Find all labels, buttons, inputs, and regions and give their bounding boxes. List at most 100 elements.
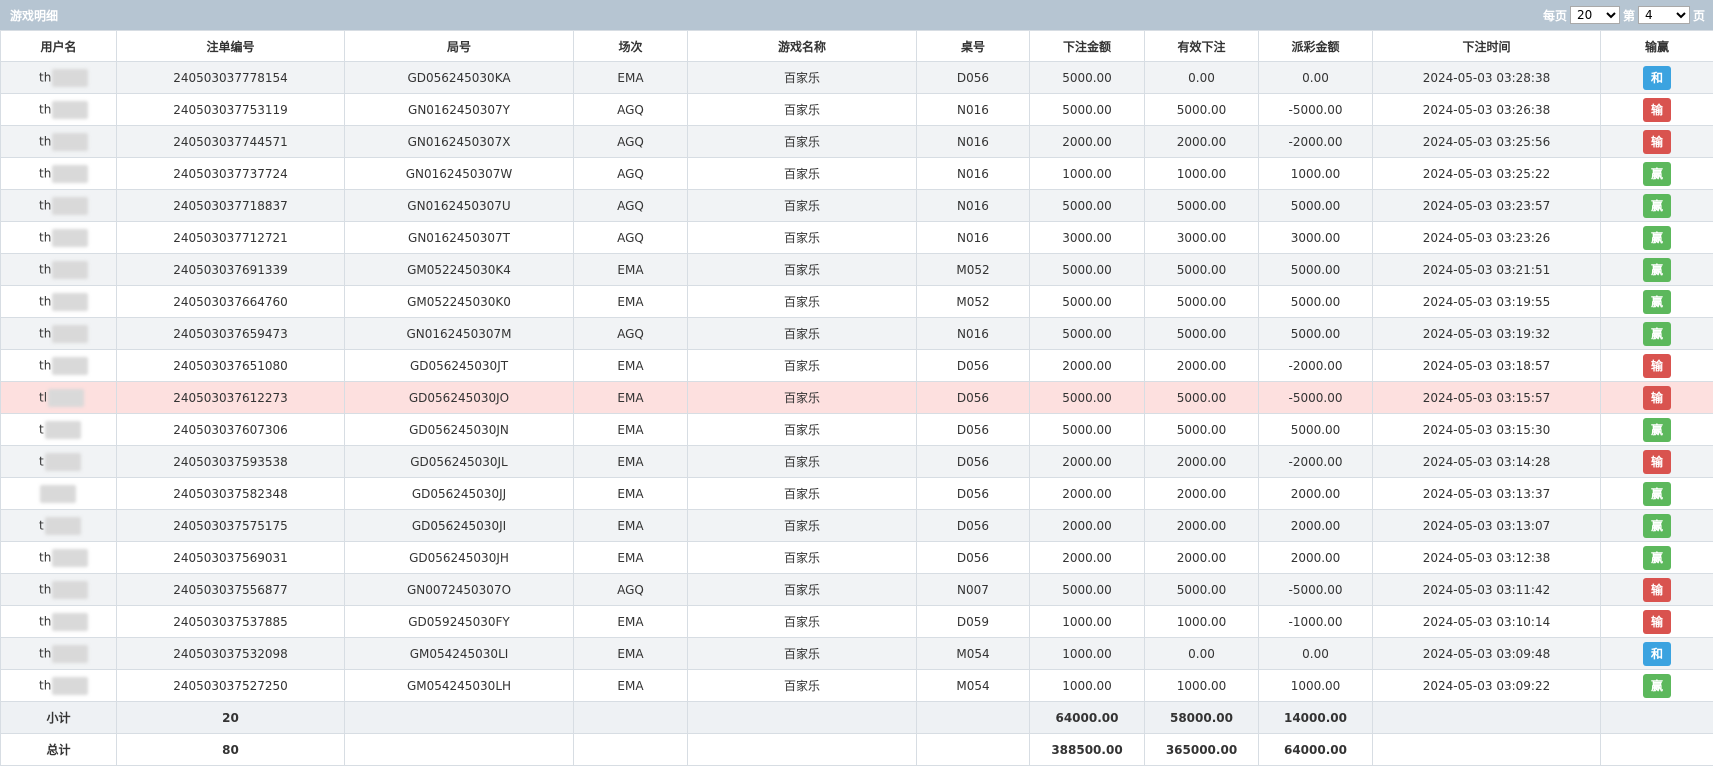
username-text: th (39, 294, 52, 308)
table-row[interactable]: th 240503037659473 GN0162450307M AGQ 百家乐 N016… (0, 317, 1713, 350)
table-row[interactable]: t 240503037575175 GD056245030JI EMA 百家乐 D056 2… (0, 509, 1713, 542)
table-row[interactable]: 240503037582348 GD056245030JJ EMA 百家乐 D056 20… (0, 477, 1713, 510)
table-row[interactable]: th 240503037532098 GM054245030LI EMA 百家乐 M054… (0, 637, 1713, 670)
table-row[interactable]: th 240503037753119 GN0162450307Y AGQ 百家乐 N016… (0, 93, 1713, 126)
subtotal-empty (573, 701, 688, 734)
username-cell: th (0, 61, 117, 94)
username-redaction (52, 228, 89, 247)
result-badge-lose: 输 (1643, 577, 1671, 602)
table-row[interactable]: th 240503037744571 GN0162450307X AGQ 百家乐 N016… (0, 125, 1713, 158)
table-row[interactable]: th 240503037778154 GD056245030KA EMA 百家乐 D056… (0, 61, 1713, 94)
table-number-cell: N016 (916, 125, 1030, 158)
username-text: t (39, 454, 44, 468)
username-text: th (39, 230, 52, 244)
total-empty (1600, 733, 1713, 766)
username-redaction (52, 260, 89, 279)
bet-id-cell: 240503037664760 (116, 285, 345, 318)
valid-bet-cell: 5000.00 (1144, 413, 1259, 446)
username-redaction (44, 516, 81, 535)
venue-cell: EMA (573, 445, 688, 478)
result-cell: 输 (1600, 573, 1713, 606)
bet-id-cell: 240503037582348 (116, 477, 345, 510)
result-cell: 输 (1600, 125, 1713, 158)
valid-bet-cell: 5000.00 (1144, 253, 1259, 286)
per-page-select[interactable]: 20 (1569, 6, 1620, 24)
username-redaction (52, 164, 89, 183)
bet-amount-cell: 5000.00 (1029, 253, 1145, 286)
round-cell: GD056245030JN (344, 413, 574, 446)
username-cell: th (0, 221, 117, 254)
bet-time-cell: 2024-05-03 03:09:22 (1372, 669, 1601, 702)
username-cell: th (0, 125, 117, 158)
game-name-cell: 百家乐 (687, 125, 917, 158)
payout-cell: -5000.00 (1258, 93, 1373, 126)
valid-bet-cell: 2000.00 (1144, 349, 1259, 382)
subtotal-empty (687, 701, 917, 734)
bet-time-cell: 2024-05-03 03:11:42 (1372, 573, 1601, 606)
table-row[interactable]: th 240503037664760 GM052245030K0 EMA 百家乐 M052… (0, 285, 1713, 318)
username-text: t (39, 518, 44, 532)
payout-cell: 1000.00 (1258, 669, 1373, 702)
username-cell: th (0, 189, 117, 222)
valid-bet-cell: 3000.00 (1144, 221, 1259, 254)
table-row[interactable]: th 240503037556877 GN0072450307O AGQ 百家乐 N007… (0, 573, 1713, 606)
bet-amount-cell: 5000.00 (1029, 189, 1145, 222)
bet-amount-cell: 2000.00 (1029, 445, 1145, 478)
round-cell: GD056245030JI (344, 509, 574, 542)
table-row[interactable]: th 240503037691339 GM052245030K4 EMA 百家乐 M052… (0, 253, 1713, 286)
table-row[interactable]: t 240503037607306 GD056245030JN EMA 百家乐 D056 5… (0, 413, 1713, 446)
table-row[interactable]: th 240503037712721 GN0162450307T AGQ 百家乐 N016… (0, 221, 1713, 254)
table-row[interactable]: th 240503037527250 GM054245030LH EMA 百家乐 M054… (0, 669, 1713, 702)
bet-time-cell: 2024-05-03 03:15:30 (1372, 413, 1601, 446)
table-row[interactable]: t 240503037593538 GD056245030JL EMA 百家乐 D056 2… (0, 445, 1713, 478)
table-row[interactable]: tl 240503037612273 GD056245030JO EMA 百家乐 D056… (0, 381, 1713, 414)
table-number-cell: M054 (916, 669, 1030, 702)
bet-id-cell: 240503037691339 (116, 253, 345, 286)
bet-time-cell: 2024-05-03 03:21:51 (1372, 253, 1601, 286)
venue-cell: AGQ (573, 221, 688, 254)
payout-cell: -5000.00 (1258, 573, 1373, 606)
result-cell: 和 (1600, 61, 1713, 94)
bet-id-cell: 240503037532098 (116, 637, 345, 670)
result-cell: 赢 (1600, 541, 1713, 574)
result-badge-win: 赢 (1643, 161, 1671, 186)
table-row[interactable]: th 240503037569031 GD056245030JH EMA 百家乐 D056… (0, 541, 1713, 574)
valid-bet-cell: 5000.00 (1144, 381, 1259, 414)
payout-cell: 0.00 (1258, 61, 1373, 94)
subtotal-bet: 64000.00 (1029, 701, 1145, 734)
round-cell: GD056245030KA (344, 61, 574, 94)
column-header-round: 局号 (344, 30, 574, 62)
game-name-cell: 百家乐 (687, 349, 917, 382)
total-empty (1372, 733, 1601, 766)
bet-amount-cell: 5000.00 (1029, 413, 1145, 446)
table-row[interactable]: th 240503037651080 GD056245030JT EMA 百家乐 D056… (0, 349, 1713, 382)
bet-id-cell: 240503037537885 (116, 605, 345, 638)
page-select[interactable]: 4 (1637, 6, 1690, 24)
result-badge-win: 赢 (1643, 289, 1671, 314)
username-text: t (39, 422, 44, 436)
table-number-cell: D056 (916, 541, 1030, 574)
username-text: th (39, 550, 52, 564)
payout-cell: -2000.00 (1258, 125, 1373, 158)
result-cell: 赢 (1600, 317, 1713, 350)
table-row[interactable]: th 240503037537885 GD059245030FY EMA 百家乐 D059… (0, 605, 1713, 638)
result-badge-lose: 输 (1643, 449, 1671, 474)
payout-cell: -5000.00 (1258, 381, 1373, 414)
payout-cell: 1000.00 (1258, 157, 1373, 190)
bet-id-cell: 240503037659473 (116, 317, 345, 350)
table-number-cell: D056 (916, 61, 1030, 94)
bet-time-cell: 2024-05-03 03:25:56 (1372, 125, 1601, 158)
table-row[interactable]: th 240503037737724 GN0162450307W AGQ 百家乐 N016… (0, 157, 1713, 190)
table-row[interactable]: th 240503037718837 GN0162450307U AGQ 百家乐 N016… (0, 189, 1713, 222)
result-badge-win: 赢 (1643, 545, 1671, 570)
table-header-row: 用户名 注单编号 局号 场次 游戏名称 桌号 下注金额 有效下注 派彩金额 下注… (0, 30, 1713, 62)
subtotal-row: 小计 20 64000.00 58000.00 14000.00 (0, 701, 1713, 734)
bet-time-cell: 2024-05-03 03:23:26 (1372, 221, 1601, 254)
table-number-cell: M052 (916, 285, 1030, 318)
total-empty (573, 733, 688, 766)
table-number-cell: D056 (916, 477, 1030, 510)
venue-cell: EMA (573, 637, 688, 670)
table-number-cell: D056 (916, 445, 1030, 478)
username-redaction (52, 324, 89, 343)
valid-bet-cell: 2000.00 (1144, 541, 1259, 574)
